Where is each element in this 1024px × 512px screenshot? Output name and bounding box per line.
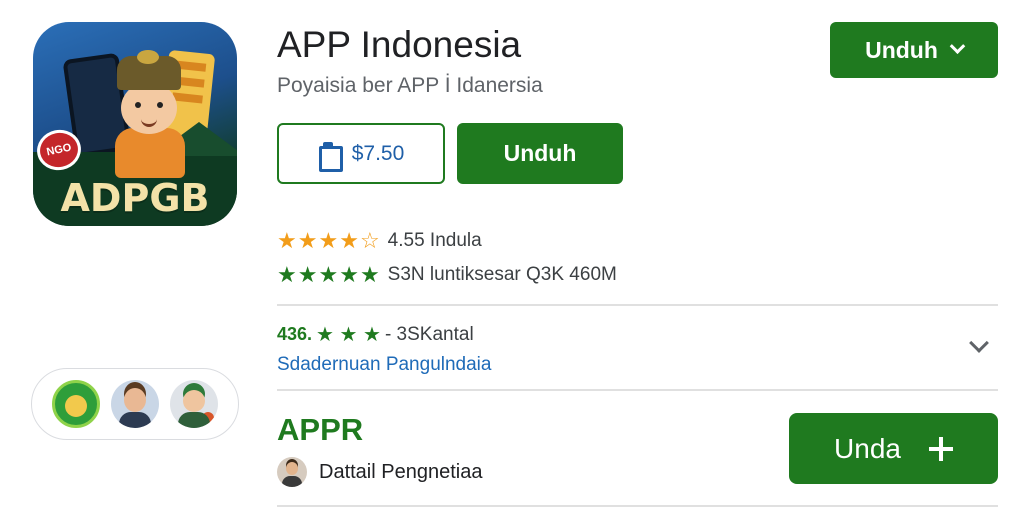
app-icon: NGO ADPGB xyxy=(33,22,237,226)
section-heading: APPR xyxy=(277,412,364,447)
review-count: - 3SKantal xyxy=(384,323,474,345)
app-icon-label: ADPGB xyxy=(60,176,210,220)
character-body xyxy=(115,128,185,178)
avatar-icon xyxy=(277,457,307,487)
rating-row: ★ ★ ★ ★ ★ S3N luntiksesar Q3K 460M xyxy=(277,264,617,286)
star-icon: ★ xyxy=(277,262,297,287)
star-icon: ★ xyxy=(297,262,318,287)
clipboard-icon xyxy=(318,141,343,172)
chevron-down-icon xyxy=(949,37,966,54)
divider xyxy=(277,389,998,391)
download-add-label: Unda xyxy=(834,432,901,464)
avatar-icon[interactable] xyxy=(110,380,159,428)
star-icon: ★ xyxy=(277,228,297,253)
avatar-group[interactable] xyxy=(31,368,239,440)
star-icon: ★ xyxy=(297,228,318,253)
detail-label: Dattail Pengnetiaa xyxy=(319,460,483,483)
rating-text: S3N luntiksesar Q3K 460M xyxy=(387,264,617,285)
avatar-icon[interactable] xyxy=(51,380,100,428)
rating-text: 4.55 Indula xyxy=(387,230,482,251)
download-label: Unduh xyxy=(503,140,577,166)
reviews-link[interactable]: Sdadernuan Pangulndaia xyxy=(277,354,491,376)
download-add-button[interactable]: Unda xyxy=(789,413,998,484)
download-dropdown-label: Unduh xyxy=(865,36,938,63)
character-hat xyxy=(117,50,181,90)
download-button[interactable]: Unduh xyxy=(457,123,623,184)
rating-row: ★ ★ ★ ★ ☆ 4.55 Indula xyxy=(277,230,482,252)
review-summary: 436. ★ ★ ★ - 3SKantal xyxy=(277,322,474,347)
star-outline-icon: ☆ xyxy=(359,228,380,253)
star-icon: ★ xyxy=(339,228,359,253)
rating-stars: ★ ★ ★ ★ ★ xyxy=(277,264,380,286)
app-subtitle: Poyaisia ber APP İ Idanersia xyxy=(277,74,543,97)
download-dropdown-button[interactable]: Unduh xyxy=(830,22,998,78)
star-icon: ★ xyxy=(359,262,380,287)
plus-icon xyxy=(928,436,953,461)
price-label: $7.50 xyxy=(351,141,405,165)
price-button[interactable]: $7.50 xyxy=(277,123,445,184)
star-icon: ★ xyxy=(318,228,339,253)
review-score: 436. xyxy=(277,324,313,344)
star-icon: ★ xyxy=(318,262,339,287)
detail-row[interactable]: Dattail Pengnetiaa xyxy=(277,457,482,487)
divider xyxy=(277,505,998,507)
rating-stars: ★ ★ ★ ★ ☆ xyxy=(277,230,380,252)
chevron-expand-icon[interactable] xyxy=(969,333,989,353)
status-dot xyxy=(202,412,215,424)
avatar-icon[interactable] xyxy=(170,380,219,428)
divider xyxy=(277,304,998,306)
review-stars: ★ ★ ★ xyxy=(316,324,381,346)
app-title: APP Indonesia xyxy=(277,24,522,65)
star-icon: ★ xyxy=(339,262,359,287)
